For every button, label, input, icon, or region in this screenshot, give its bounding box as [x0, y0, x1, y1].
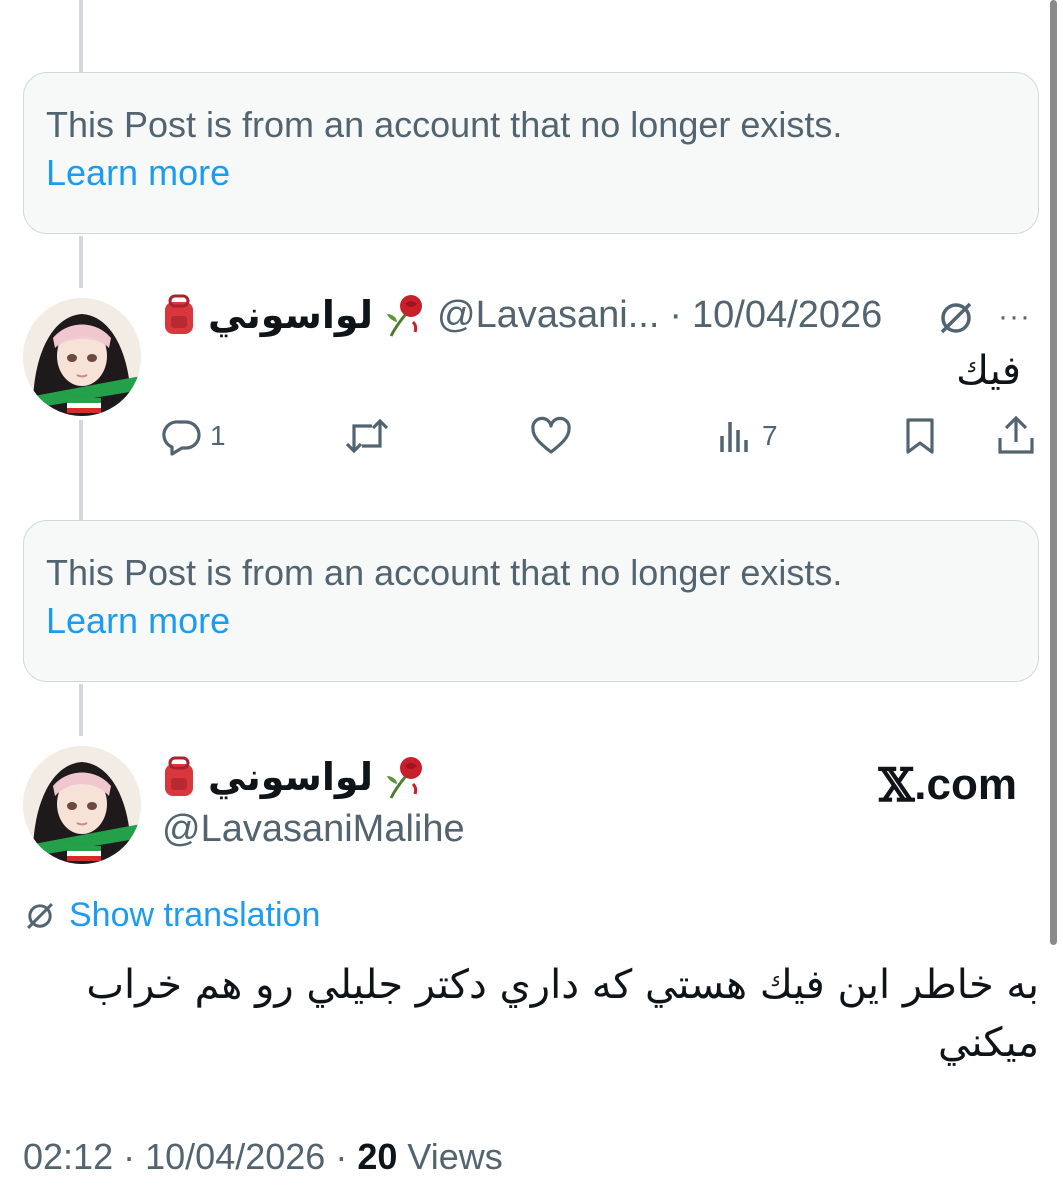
post-actions: 1 7 — [0, 412, 1063, 462]
more-icon[interactable]: ··· — [998, 300, 1031, 334]
separator: · — [123, 1136, 136, 1177]
share-icon[interactable] — [996, 414, 1036, 456]
thread-line — [79, 236, 83, 288]
deleted-account-notice: This Post is from an account that no lon… — [23, 72, 1039, 234]
views-count: 20 — [357, 1136, 398, 1177]
views-label: Views — [407, 1136, 503, 1177]
thread-line — [79, 0, 83, 72]
display-name[interactable]: لواسوني — [208, 293, 373, 337]
thread-line — [79, 684, 83, 736]
like-button[interactable] — [530, 416, 580, 456]
post-text: به خاطر اين فيك هستي كه داري دكتر جليلي … — [59, 956, 1039, 1072]
post-time[interactable]: 02:12 — [23, 1136, 113, 1177]
avatar[interactable] — [23, 298, 141, 416]
display-name[interactable]: لواسوني — [208, 755, 373, 799]
post-date[interactable]: 10/04/2026 — [145, 1136, 325, 1177]
post-date[interactable]: 10/04/2026 — [692, 294, 882, 337]
avatar[interactable] — [23, 746, 141, 864]
brand-suffix: .com — [914, 760, 1017, 809]
backpack-emoji-icon — [160, 294, 198, 336]
post-text-line: به خاطر اين فيك هستي كه داري دكتر جليلي … — [86, 962, 1039, 1008]
reply-header: لواسوني @Lavasani... · 10/04/2026 — [160, 292, 882, 338]
views-count: 7 — [762, 420, 778, 451]
previous-post-actions — [0, 0, 1063, 6]
translate-icon — [27, 902, 53, 929]
views-icon — [720, 422, 748, 452]
separator: · — [335, 1136, 348, 1177]
repost-button[interactable] — [344, 416, 398, 456]
reply-icon — [162, 420, 201, 456]
avatar-image — [23, 746, 141, 864]
like-icon — [531, 416, 571, 454]
rose-emoji-icon — [383, 292, 427, 338]
learn-more-link[interactable]: Learn more — [46, 149, 1016, 197]
show-translation-label: Show translation — [69, 896, 321, 934]
rose-emoji-icon — [383, 754, 427, 800]
main-post-header: لواسوني — [160, 754, 427, 800]
notice-text: This Post is from an account that no lon… — [46, 104, 843, 145]
handle[interactable]: @Lavasani... — [437, 294, 659, 337]
repost-icon — [345, 418, 389, 454]
avatar-image — [23, 298, 141, 416]
views-button[interactable]: 7 — [718, 416, 778, 456]
x-logo-icon: 𝕏 — [878, 758, 915, 812]
deleted-account-notice: This Post is from an account that no lon… — [23, 520, 1039, 682]
x-com-brand: 𝕏 .com — [879, 758, 1017, 812]
post-meta: 02:12 · 10/04/2026 · 20 Views — [23, 1136, 503, 1178]
bookmark-icon[interactable] — [902, 416, 938, 456]
scrollbar[interactable] — [1050, 0, 1057, 945]
reply-button[interactable]: 1 — [162, 416, 226, 456]
learn-more-link[interactable]: Learn more — [46, 597, 1016, 645]
post-text-line: ميكني — [938, 1020, 1039, 1066]
show-translation-button[interactable]: Show translation — [23, 896, 320, 935]
backpack-emoji-icon — [160, 756, 198, 798]
post-text: فيك — [956, 348, 1021, 394]
separator: · — [669, 293, 683, 336]
reply-count: 1 — [210, 420, 226, 451]
notice-text: This Post is from an account that no lon… — [46, 552, 843, 593]
handle[interactable]: @LavasaniMalihe — [162, 808, 465, 851]
grok-icon[interactable] — [936, 298, 976, 338]
